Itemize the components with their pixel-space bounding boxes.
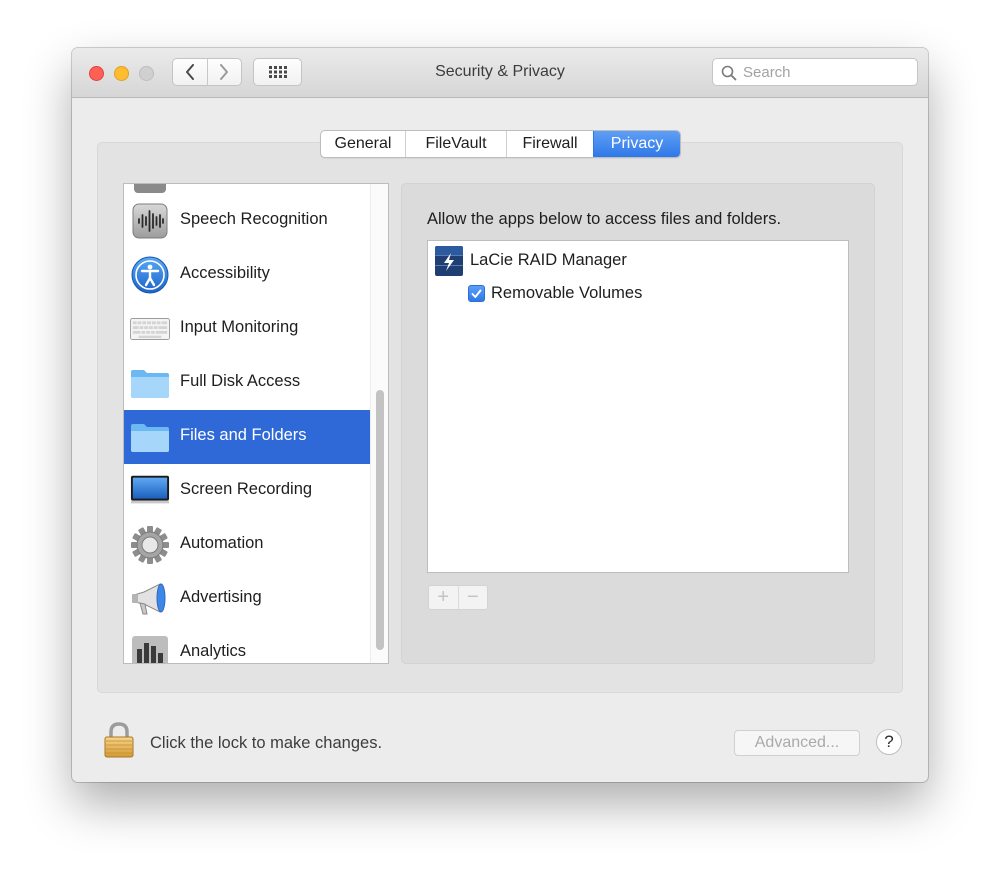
megaphone-icon (130, 581, 170, 617)
remove-button[interactable]: − (457, 586, 488, 609)
search-placeholder: Search (743, 64, 791, 81)
tab-bar: General FileVault Firewall Privacy (320, 130, 681, 158)
search-icon (721, 65, 737, 81)
tab-privacy[interactable]: Privacy (593, 131, 680, 157)
app-access-list[interactable]: LaCie RAID Manager Removable Volumes (427, 240, 849, 573)
scrollbar-thumb[interactable] (376, 390, 384, 650)
add-remove-group: + − (428, 585, 488, 610)
search-field[interactable]: Search (712, 58, 918, 86)
privacy-category-list[interactable]: Speech Recognition Accessibility Input M… (123, 183, 389, 664)
removable-volumes-checkbox[interactable] (468, 285, 485, 302)
advanced-button[interactable]: Advanced... (734, 730, 860, 756)
sidebar-item-label: Automation (180, 534, 264, 552)
sidebar-item-label: Accessibility (180, 264, 270, 282)
sidebar-item-screen-recording[interactable]: Screen Recording (124, 464, 370, 518)
add-button[interactable]: + (429, 586, 458, 609)
lock-icon[interactable] (103, 721, 135, 764)
display-icon (130, 473, 170, 509)
lacie-raid-icon (434, 245, 464, 282)
sidebar-item-label: Full Disk Access (180, 372, 301, 390)
files-folders-detail-panel: Allow the apps below to access files and… (401, 183, 875, 664)
accessibility-icon (130, 256, 170, 294)
category-list-content: Speech Recognition Accessibility Input M… (124, 184, 370, 663)
bar-chart-icon (130, 635, 170, 663)
sidebar-item-speech-recognition[interactable]: Speech Recognition (124, 194, 370, 248)
detail-description: Allow the apps below to access files and… (427, 210, 782, 228)
sidebar-item-full-disk-access[interactable]: Full Disk Access (124, 356, 370, 410)
help-button[interactable]: ? (876, 729, 902, 755)
sidebar-item-label: Speech Recognition (180, 210, 328, 228)
waveform-icon (130, 203, 170, 239)
folder-icon (130, 419, 170, 455)
keyboard-icon (130, 311, 170, 347)
tab-filevault[interactable]: FileVault (405, 131, 506, 157)
gear-icon (130, 526, 170, 564)
sidebar-item-files-and-folders[interactable]: Files and Folders (124, 410, 370, 464)
sidebar-item-label: Advertising (180, 588, 262, 606)
sidebar-item-advertising[interactable]: Advertising (124, 572, 370, 626)
folder-icon (130, 365, 170, 401)
category-list-scrollbar[interactable] (370, 184, 388, 663)
tab-general[interactable]: General (321, 131, 405, 157)
sidebar-item-analytics[interactable]: Analytics (124, 626, 370, 663)
security-privacy-window: Security & Privacy Search General FileVa… (72, 48, 928, 782)
sidebar-item-label: Analytics (180, 642, 247, 660)
sidebar-item-label: Files and Folders (180, 426, 307, 444)
sidebar-item-input-monitoring[interactable]: Input Monitoring (124, 302, 370, 356)
title-bar: Security & Privacy Search (72, 48, 928, 98)
sidebar-item-label: Input Monitoring (180, 318, 299, 336)
checkmark-icon (471, 289, 482, 298)
app-name: LaCie RAID Manager (470, 251, 627, 269)
sidebar-item-label: Screen Recording (180, 480, 313, 498)
tab-firewall[interactable]: Firewall (506, 131, 593, 157)
lock-message: Click the lock to make changes. (150, 734, 383, 752)
permission-label: Removable Volumes (491, 284, 643, 302)
sidebar-item-automation[interactable]: Automation (124, 518, 370, 572)
sidebar-item-accessibility[interactable]: Accessibility (124, 248, 370, 302)
